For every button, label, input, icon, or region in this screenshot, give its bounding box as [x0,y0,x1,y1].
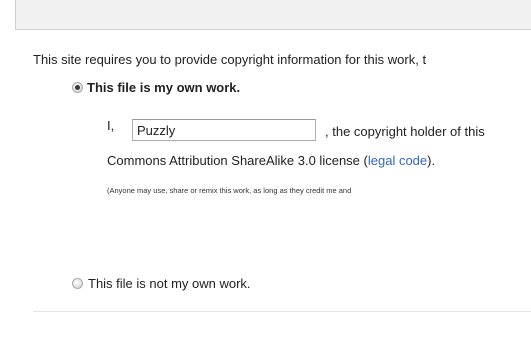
own-work-label[interactable]: This file is my own work. [87,80,240,95]
license-close-text: ). [427,153,436,168]
not-own-work-option[interactable]: This file is not my own work. [72,276,251,291]
license-note: (Anyone may use, share or remix this wor… [107,186,352,195]
own-work-option[interactable]: This file is my own work. [72,80,240,95]
copyright-holder-input[interactable] [132,119,316,141]
license-prefix: I, [107,118,115,133]
section-divider [33,311,531,312]
not-own-work-label[interactable]: This file is not my own work. [88,276,251,291]
license-suffix-text: , the copyright holder of this [325,124,485,139]
previous-section-panel [15,0,531,30]
copyright-intro-text: This site requires you to provide copyri… [33,52,427,67]
license-name-text: Commons Attribution ShareAlike 3.0 licen… [107,153,368,168]
own-work-radio[interactable] [72,82,83,93]
legal-code-link[interactable]: legal code [368,153,427,168]
not-own-work-radio[interactable] [72,278,83,289]
license-description: Commons Attribution ShareAlike 3.0 licen… [107,153,435,168]
